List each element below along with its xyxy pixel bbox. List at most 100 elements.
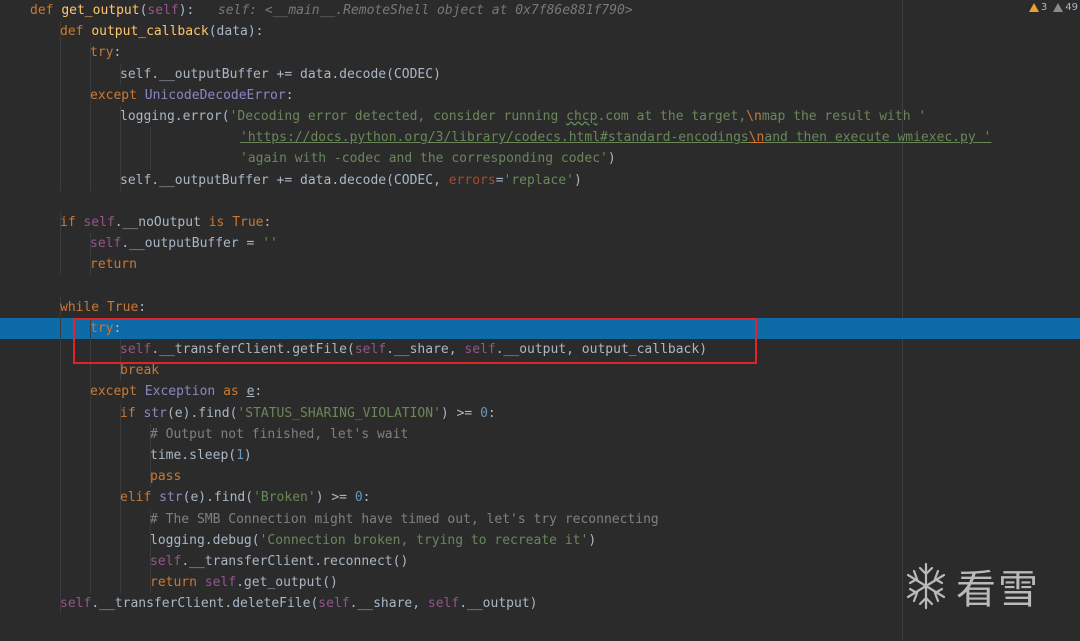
- code-token: break: [120, 363, 160, 379]
- code-line[interactable]: try:: [0, 42, 1080, 64]
- code-line[interactable]: self.__outputBuffer += data.decode(CODEC…: [0, 63, 1080, 85]
- code-line[interactable]: break: [0, 360, 1080, 382]
- code-token: 'Connection broken, trying to recreate i…: [259, 532, 589, 548]
- indent-guide: [60, 169, 61, 191]
- indent-guide: [60, 381, 61, 403]
- code-line[interactable]: self.__outputBuffer += data.decode(CODEC…: [0, 169, 1080, 191]
- code-token: if: [60, 214, 84, 230]
- code-line[interactable]: 'again with -codec and the corresponding…: [0, 148, 1080, 170]
- code-text: 'again with -codec and the corresponding…: [240, 148, 616, 169]
- code-token: self: [464, 342, 496, 357]
- code-token: self: [120, 342, 152, 357]
- code-token: logging.debug(: [150, 532, 260, 548]
- code-token: and then execute wmiexec.py ': [764, 130, 992, 146]
- code-area[interactable]: def get_output(self): self: <__main__.Re…: [0, 0, 1080, 615]
- code-line[interactable]: # Output not finished, let's wait: [0, 423, 1080, 445]
- code-line[interactable]: if str(e).find('STATUS_SHARING_VIOLATION…: [0, 402, 1080, 424]
- code-token: 'Broken': [253, 490, 316, 506]
- code-line[interactable]: def output_callback(data):: [0, 21, 1080, 43]
- indent-guide: [90, 487, 91, 509]
- code-line[interactable]: except Exception as e:: [0, 381, 1080, 403]
- code-text: self.__transferClient.reconnect(): [150, 551, 408, 572]
- code-text: try:: [90, 42, 121, 63]
- code-line[interactable]: pass: [0, 466, 1080, 488]
- code-line[interactable]: while True:: [0, 296, 1080, 318]
- code-token: 1: [236, 447, 244, 463]
- code-token: :: [254, 384, 263, 400]
- code-text: if str(e).find('STATUS_SHARING_VIOLATION…: [120, 403, 496, 424]
- code-token: .__transferClient.reconnect(): [181, 553, 409, 569]
- code-text: logging.error('Decoding error detected, …: [120, 106, 926, 127]
- inspection-widget[interactable]: 3 49: [1028, 0, 1080, 14]
- code-line[interactable]: def get_output(self): self: <__main__.Re…: [0, 0, 1080, 21]
- indent-guide: [60, 84, 61, 106]
- code-line[interactable]: logging.error('Decoding error detected, …: [0, 105, 1080, 128]
- code-line[interactable]: self.__outputBuffer = '': [0, 233, 1080, 255]
- code-line[interactable]: [0, 191, 1080, 212]
- code-token: (e).find(: [182, 490, 254, 506]
- code-token: ): [588, 532, 597, 548]
- code-token: 'again with -codec and the corresponding…: [240, 151, 608, 167]
- indent-guide: [120, 127, 121, 149]
- code-token: ):: [178, 3, 218, 18]
- indent-guide: [60, 529, 61, 551]
- indent-guide: [90, 339, 91, 361]
- indent-guide: [60, 233, 61, 255]
- code-text: # The SMB Connection might have timed ou…: [150, 509, 659, 530]
- indent-guide: [60, 127, 61, 149]
- code-line[interactable]: # The SMB Connection might have timed ou…: [0, 508, 1080, 530]
- indent-guide: [60, 42, 61, 64]
- code-text: except Exception as e:: [90, 381, 262, 402]
- indent-guide: [90, 402, 91, 424]
- code-editor[interactable]: def get_output(self): self: <__main__.Re…: [0, 0, 1080, 641]
- code-text: logging.debug('Connection broken, trying…: [150, 530, 596, 551]
- code-text: self.__transferClient.deleteFile(self.__…: [60, 593, 537, 614]
- code-token: self: [354, 342, 387, 357]
- code-token: 0: [354, 490, 363, 506]
- code-token: get_output: [61, 3, 140, 18]
- code-token: elif: [120, 490, 160, 506]
- code-token: return: [150, 575, 205, 591]
- code-text: return: [90, 254, 137, 275]
- code-text: self.__outputBuffer += data.decode(CODEC…: [120, 64, 441, 85]
- indent-guide: [60, 487, 61, 509]
- code-line[interactable]: [0, 275, 1080, 296]
- code-token: .__share,: [386, 342, 465, 357]
- code-token: ): [573, 172, 582, 188]
- code-text: 'https://docs.python.org/3/library/codec…: [240, 127, 991, 148]
- code-line[interactable]: if self.__noOutput is True:: [0, 211, 1080, 234]
- code-text: self.__outputBuffer += data.decode(CODEC…: [120, 170, 582, 191]
- code-line[interactable]: return: [0, 254, 1080, 276]
- code-token: .__transferClient.deleteFile(: [91, 596, 319, 612]
- code-token: time.sleep(: [150, 447, 237, 463]
- code-token: .__share,: [349, 596, 428, 612]
- code-token: self.__outputBuffer += data.decode(CODEC…: [120, 66, 441, 82]
- code-line[interactable]: self.__transferClient.getFile(self.__sha…: [0, 339, 1080, 361]
- code-text: break: [120, 360, 159, 381]
- code-token: .__transferClient.getFile(: [151, 342, 355, 357]
- code-token: (data):: [208, 24, 264, 40]
- code-token: output_callback: [91, 24, 209, 40]
- code-text: time.sleep(1): [150, 445, 252, 466]
- code-token: self: [90, 236, 122, 252]
- code-line[interactable]: elif str(e).find('Broken') >= 0:: [0, 487, 1080, 509]
- code-token: errors: [448, 172, 496, 188]
- indent-guide: [60, 572, 61, 594]
- weak-warnings-indicator[interactable]: 49: [1053, 2, 1078, 13]
- code-line[interactable]: logging.debug('Connection broken, trying…: [0, 529, 1080, 551]
- code-token: if: [120, 405, 144, 421]
- code-token: :: [362, 490, 371, 506]
- indent-guide: [60, 402, 61, 424]
- code-text: # Output not finished, let's wait: [150, 424, 408, 445]
- warnings-indicator[interactable]: 3: [1028, 2, 1047, 13]
- code-text: pass: [150, 466, 181, 487]
- code-token: as: [223, 384, 247, 400]
- execution-line[interactable]: try:: [0, 317, 1080, 339]
- code-line[interactable]: 'https://docs.python.org/3/library/codec…: [0, 127, 1080, 149]
- code-line[interactable]: time.sleep(1): [0, 444, 1080, 467]
- code-token: self: [60, 596, 92, 612]
- indent-guide: [90, 466, 91, 488]
- code-token: 'STATUS_SHARING_VIOLATION': [237, 405, 441, 421]
- code-token: try: [90, 320, 114, 336]
- code-line[interactable]: except UnicodeDecodeError:: [0, 84, 1080, 106]
